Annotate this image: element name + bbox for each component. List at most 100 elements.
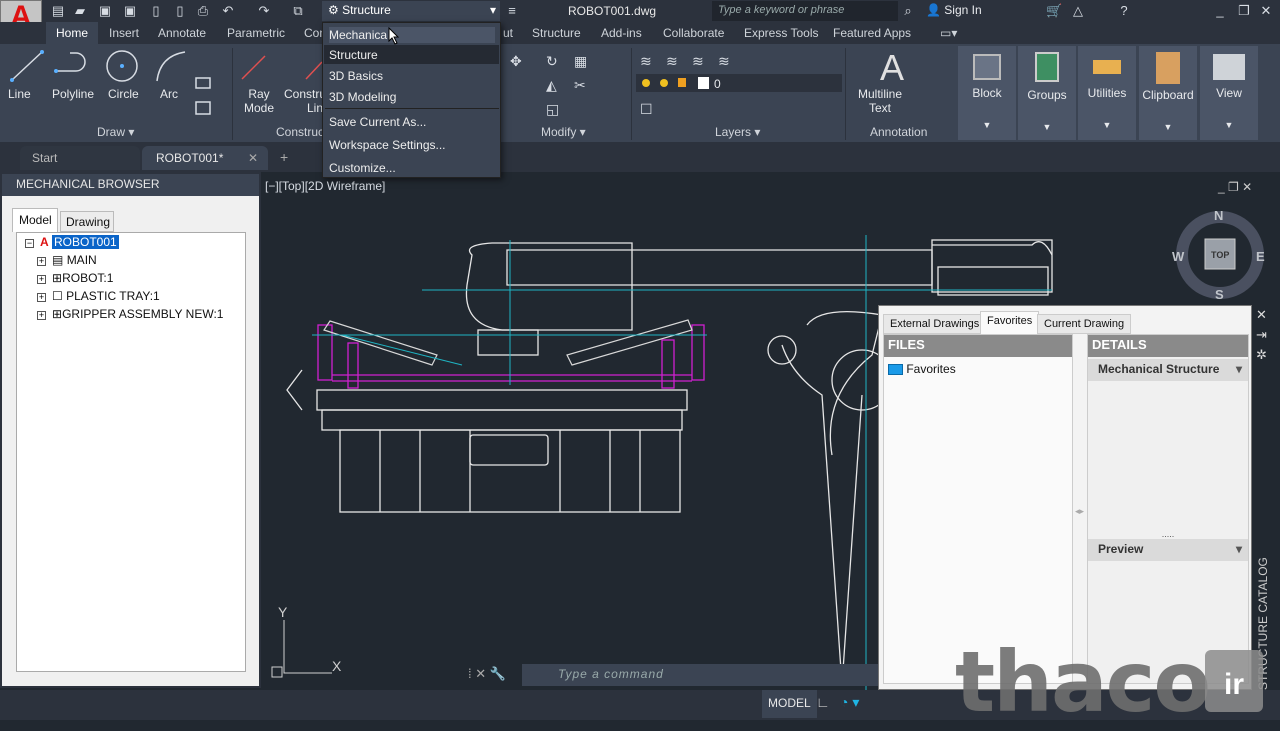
chevron-down-icon: ▼ <box>1224 120 1234 130</box>
tab-insert[interactable]: Insert <box>109 26 139 40</box>
save-web-icon[interactable]: ▯ <box>172 3 188 19</box>
menu-item-structure[interactable]: Structure <box>329 48 378 62</box>
tab-annotate[interactable]: Annotate <box>158 26 206 40</box>
undo-icon[interactable]: ↶ <box>220 3 236 19</box>
ray-mode-button[interactable]: Ray Mode <box>244 87 274 115</box>
tab-home[interactable]: Home <box>46 22 98 44</box>
construct-panel-label[interactable]: Construc <box>276 125 324 139</box>
menu-item-3d-basics[interactable]: 3D Basics <box>329 69 383 83</box>
polyline-button[interactable]: Polyline <box>52 87 94 101</box>
sign-in-button[interactable]: 👤 Sign In <box>926 3 982 17</box>
a360-icon[interactable]: △ <box>1070 3 1086 19</box>
preview-label: Preview <box>1098 542 1144 556</box>
expand-icon[interactable]: + <box>37 311 46 320</box>
multiline-text-icon: A <box>880 47 904 88</box>
command-line-handle[interactable]: ⁞ ✕ 🔧 <box>468 666 506 682</box>
draw-panel-label[interactable]: Draw ▾ <box>97 125 134 139</box>
model-space-button[interactable]: MODEL <box>762 690 817 718</box>
block-panel[interactable]: Block ▼ <box>958 46 1016 140</box>
binoculars-icon[interactable]: ⌕ <box>900 3 916 19</box>
close-icon[interactable]: ✕ <box>1258 3 1274 19</box>
tab-current-drawing[interactable]: Current Drawing <box>1037 314 1132 334</box>
preview-dropdown[interactable]: Preview ▾ <box>1088 539 1248 561</box>
tab-layout[interactable]: ut <box>503 26 513 40</box>
clipboard-panel[interactable]: Clipboard ▼ <box>1139 46 1197 140</box>
tree-item[interactable]: + ☐ PLASTIC TRAY:1 <box>37 289 160 303</box>
menu-item-workspace-settings[interactable]: Workspace Settings... <box>329 138 446 152</box>
catalog-side-controls[interactable]: ✕ ⇥ ✲ <box>1256 305 1267 365</box>
viewport-window-controls[interactable]: _ ❐ ✕ <box>1218 180 1252 194</box>
new-icon[interactable]: ▤ <box>50 3 66 19</box>
tree-item[interactable]: + ▤ MAIN <box>37 253 97 267</box>
tree-item[interactable]: + ⊞GRIPPER ASSEMBLY NEW:1 <box>37 307 223 321</box>
close-icon[interactable]: ✕ <box>1256 305 1267 325</box>
search-input[interactable]: Type a keyword or phrase <box>712 1 898 21</box>
grid-icon[interactable]: ∟ <box>816 694 830 710</box>
expand-icon[interactable]: + <box>37 257 46 266</box>
multiline-text-button[interactable]: Multiline Text <box>858 87 902 115</box>
tab-external-drawings[interactable]: External Drawings <box>883 314 987 334</box>
chevron-down-icon: ▼ <box>1163 122 1173 132</box>
details-dropdown[interactable]: Mechanical Structure ▾ <box>1088 359 1248 381</box>
block-icon <box>973 54 1001 80</box>
menu-item-customize[interactable]: Customize... <box>329 161 396 175</box>
plot-icon[interactable]: ⎙ <box>195 3 211 19</box>
utilities-panel[interactable]: Utilities ▼ <box>1078 46 1136 140</box>
open-icon[interactable]: ▰ <box>72 3 88 19</box>
layer-dropdown[interactable]: 0 <box>714 77 721 91</box>
tab-express-tools[interactable]: Express Tools <box>744 26 818 40</box>
collapse-icon[interactable]: − <box>25 239 34 248</box>
resize-handle[interactable]: ..... <box>1088 529 1248 539</box>
tab-featured-apps[interactable]: Featured Apps <box>833 26 911 40</box>
snap-icon[interactable]: ◔ ▾ <box>840 694 859 711</box>
customize-qa-icon[interactable]: ≡ <box>504 3 520 19</box>
circle-button[interactable]: Circle <box>108 87 139 101</box>
cart-icon[interactable]: 🛒 <box>1046 3 1062 19</box>
open-web-icon[interactable]: ▯ <box>148 3 164 19</box>
line-button[interactable]: Line <box>8 87 31 101</box>
save-as-icon[interactable]: ▣ <box>122 3 138 19</box>
restore-icon[interactable]: ❐ <box>1236 3 1252 19</box>
menu-item-save-current-as[interactable]: Save Current As... <box>329 115 426 129</box>
expand-icon[interactable]: + <box>37 275 46 284</box>
start-label: Start <box>32 151 58 165</box>
file-tab-start[interactable]: Start <box>20 146 140 170</box>
tab-add-ins[interactable]: Add-ins <box>601 26 642 40</box>
tab-model[interactable]: Model <box>12 208 58 232</box>
divider <box>232 48 233 140</box>
redo-icon[interactable]: ↷ <box>256 3 272 19</box>
close-tab-icon[interactable]: ✕ <box>248 151 258 165</box>
layers-panel-label[interactable]: Layers ▾ <box>715 125 760 139</box>
command-input[interactable]: Type a command <box>522 664 878 686</box>
file-tab-robot001[interactable]: ROBOT001* ✕ <box>142 146 268 170</box>
groups-panel[interactable]: Groups ▼ <box>1018 46 1076 140</box>
arc-button[interactable]: Arc <box>160 87 178 101</box>
save-icon[interactable]: ▣ <box>97 3 113 19</box>
auto-hide-icon[interactable]: ⇥ <box>1256 325 1267 345</box>
properties-icon[interactable]: ✲ <box>1256 345 1267 365</box>
file-item-favorites[interactable]: Favorites <box>884 357 1072 381</box>
expand-icon[interactable]: + <box>37 293 46 302</box>
tree-item[interactable]: + ⊞ROBOT:1 <box>37 271 113 285</box>
assembly-icon: ⊞ <box>52 307 63 321</box>
ribbon-toggle-icon[interactable]: ▭▾ <box>940 26 957 40</box>
menu-item-mechanical[interactable]: Mechanica <box>329 27 495 43</box>
view-panel[interactable]: View ▼ <box>1200 46 1258 140</box>
viewport-controls[interactable]: [−][Top][2D Wireframe] <box>265 179 385 193</box>
splitter-handle[interactable]: ◂▸ <box>1075 506 1084 517</box>
tab-parametric[interactable]: Parametric <box>227 26 285 40</box>
modify-panel-label[interactable]: Modify ▾ <box>541 125 586 139</box>
minimize-icon[interactable]: _ <box>1212 3 1228 19</box>
new-tab-icon[interactable]: + <box>280 149 288 165</box>
construction-line-button[interactable]: Constru Lin <box>284 87 326 115</box>
annotation-panel-label[interactable]: Annotation <box>870 125 927 139</box>
tab-collaborate[interactable]: Collaborate <box>663 26 724 40</box>
tab-structure[interactable]: Structure <box>532 26 581 40</box>
tree-root[interactable]: − A ROBOT001 <box>25 235 119 249</box>
help-icon[interactable]: ? <box>1116 3 1132 19</box>
tab-drawing[interactable]: Drawing <box>60 211 114 232</box>
workspace-dropdown[interactable]: ⚙ Structure ▾ <box>322 1 500 21</box>
tab-favorites[interactable]: Favorites <box>980 311 1040 335</box>
match-icon[interactable]: ⧉ <box>290 3 306 19</box>
menu-item-3d-modeling[interactable]: 3D Modeling <box>329 90 396 104</box>
